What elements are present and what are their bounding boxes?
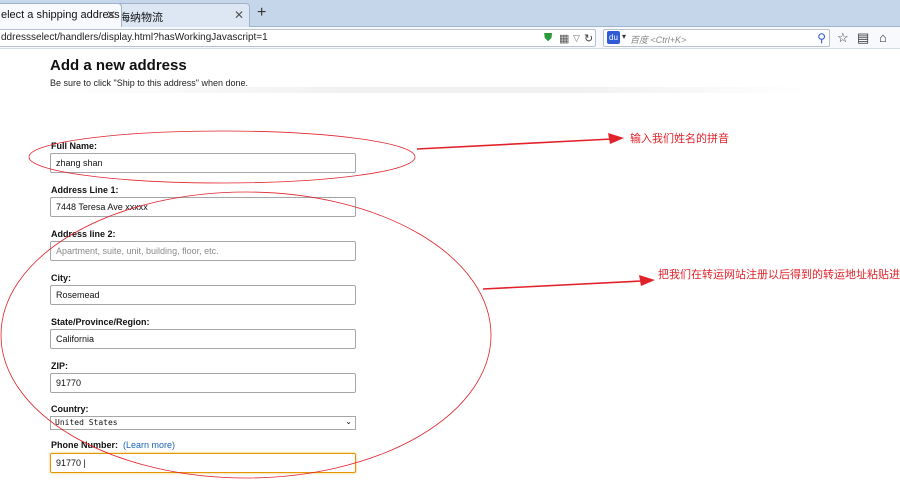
city-field[interactable] xyxy=(50,285,356,305)
bookmark-star-icon[interactable]: ☆ xyxy=(837,30,849,46)
phone-label: Phone Number: xyxy=(51,440,119,450)
zip-field[interactable] xyxy=(50,373,356,393)
address-line2-field[interactable] xyxy=(50,241,356,261)
full-name-label: Full Name: xyxy=(51,141,98,151)
full-name-field[interactable] xyxy=(50,153,356,173)
search-icon[interactable]: ⚲ xyxy=(817,31,826,45)
name-annotation: 输入我们姓名的拼音 xyxy=(630,133,729,145)
form-hint: Be sure to click "Ship to this address" … xyxy=(50,78,248,88)
address-line1-field[interactable] xyxy=(50,197,356,217)
tab-select-shipping-address[interactable]: elect a shipping address ✕ xyxy=(0,3,122,27)
reload-icon[interactable]: ↻ xyxy=(584,32,593,45)
chevron-down-icon: ⌄ xyxy=(345,417,352,426)
search-bar[interactable]: du ▾ 百度 <Ctrl+K> ⚲ xyxy=(603,29,830,47)
state-label: State/Province/Region: xyxy=(51,317,150,327)
address-annotation: 把我们在转运网站注册以后得到的转运地址粘贴进去 xyxy=(658,269,900,281)
tab-title: 海纳物流 xyxy=(119,12,163,24)
tab-hainan-logistics[interactable]: 海纳物流 ✕ xyxy=(112,3,250,27)
close-icon[interactable]: ✕ xyxy=(106,8,116,22)
bookmarks-menu-icon[interactable]: ▤ xyxy=(857,30,869,46)
close-icon[interactable]: ✕ xyxy=(234,8,244,22)
address-line1-label: Address Line 1: xyxy=(51,185,119,195)
phone-field[interactable] xyxy=(50,453,356,473)
country-label: Country: xyxy=(51,404,89,414)
url-bar[interactable]: ddressselect/handlers/display.html?hasWo… xyxy=(0,29,596,47)
zip-label: ZIP: xyxy=(51,361,68,371)
url-text: ddressselect/handlers/display.html?hasWo… xyxy=(1,32,268,43)
state-field[interactable] xyxy=(50,329,356,349)
new-tab-button[interactable]: + xyxy=(257,4,266,22)
page-title: Add a new address xyxy=(50,57,187,74)
browser-tab-bar: elect a shipping address ✕ 海纳物流 ✕ + xyxy=(0,0,900,27)
address-line2-label: Address line 2: xyxy=(51,229,116,239)
search-engine-icon[interactable]: du xyxy=(607,31,620,44)
home-icon[interactable]: ⌂ xyxy=(879,30,887,45)
city-label: City: xyxy=(51,273,71,283)
tab-title: elect a shipping address xyxy=(1,9,120,21)
country-selected-value: United States xyxy=(55,418,118,427)
country-select[interactable]: United States ⌄ xyxy=(50,416,356,430)
qr-code-icon[interactable]: ▦ xyxy=(559,32,569,45)
learn-more-link[interactable]: (Learn more) xyxy=(123,440,175,450)
navigation-toolbar: ddressselect/handlers/display.html?hasWo… xyxy=(0,27,900,49)
chevron-down-icon[interactable]: ▾ xyxy=(622,32,626,41)
shield-icon[interactable]: ⛊ xyxy=(544,32,552,45)
search-placeholder: 百度 <Ctrl+K> xyxy=(630,35,687,45)
dropdown-icon[interactable]: ▽ xyxy=(573,33,580,44)
